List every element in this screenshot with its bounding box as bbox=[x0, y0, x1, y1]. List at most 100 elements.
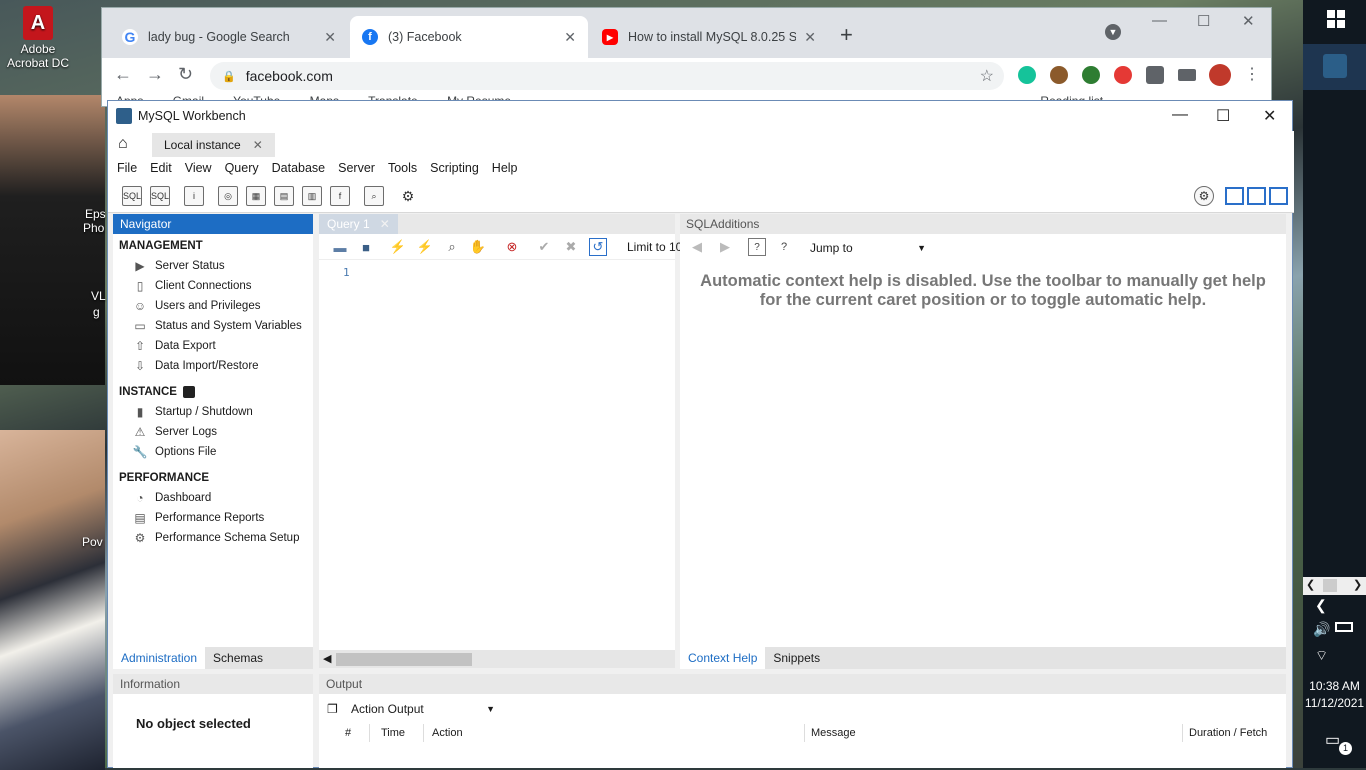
output-col-duration[interactable]: Duration / Fetch bbox=[1189, 724, 1267, 742]
chrome-tab-google[interactable]: G lady bug - Google Search ✕ bbox=[110, 16, 348, 58]
wifi-icon[interactable]: ⌔ bbox=[1315, 647, 1328, 665]
limit-rows-select[interactable]: Limit to 10 bbox=[627, 240, 682, 254]
close-window-icon[interactable]: ✕ bbox=[1263, 106, 1276, 126]
new-tab-button[interactable]: + bbox=[840, 22, 853, 48]
menu-help[interactable]: Help bbox=[492, 161, 518, 175]
menu-edit[interactable]: Edit bbox=[150, 161, 172, 175]
nav-item-status-variables[interactable]: ▭ Status and System Variables bbox=[113, 316, 313, 336]
open-folder-icon[interactable]: ▬ bbox=[331, 238, 349, 256]
reconnect-icon[interactable]: ⚙ bbox=[398, 186, 418, 206]
extensions-puzzle-icon[interactable] bbox=[1146, 66, 1164, 84]
new-sql-tab-icon[interactable]: SQL bbox=[122, 186, 142, 206]
save-icon[interactable]: ■ bbox=[357, 238, 375, 256]
autocommit-icon[interactable]: ↺ bbox=[589, 238, 607, 256]
menu-scripting[interactable]: Scripting bbox=[430, 161, 479, 175]
tab-search-icon[interactable]: ▼ bbox=[1105, 24, 1121, 40]
chrome-menu-icon[interactable]: ⋮ bbox=[1244, 64, 1260, 84]
chrome-tab-facebook[interactable]: f (3) Facebook ✕ bbox=[350, 16, 588, 58]
output-col-action[interactable]: Action bbox=[432, 724, 463, 742]
scroll-right-icon[interactable]: ❯ bbox=[1353, 578, 1362, 591]
output-type-select[interactable]: Action Output ▼ bbox=[345, 700, 495, 718]
tab-schemas[interactable]: Schemas bbox=[205, 647, 313, 669]
rollback-icon[interactable]: ✖ bbox=[562, 238, 580, 256]
tab-context-help[interactable]: Context Help bbox=[680, 647, 766, 669]
execute-icon[interactable]: ⚡ bbox=[389, 238, 407, 256]
close-icon[interactable]: ✕ bbox=[324, 29, 336, 46]
windows-start-icon[interactable] bbox=[1327, 10, 1345, 28]
reading-list-icon[interactable] bbox=[1178, 69, 1196, 81]
manual-help-icon[interactable]: ? bbox=[748, 238, 766, 256]
nav-item-data-export[interactable]: ⇧ Data Export bbox=[113, 336, 313, 356]
adblock-icon[interactable] bbox=[1114, 66, 1132, 84]
forward-icon[interactable]: → bbox=[146, 64, 164, 85]
nav-item-options-file[interactable]: 🔧 Options File bbox=[113, 442, 313, 462]
tray-scrollbar[interactable]: ❮ ❯ bbox=[1303, 577, 1366, 595]
nav-item-data-import[interactable]: ⇩ Data Import/Restore bbox=[113, 356, 313, 376]
back-icon[interactable]: ← bbox=[114, 64, 132, 85]
nav-item-server-logs[interactable]: ⚠ Server Logs bbox=[113, 422, 313, 442]
notifications-icon[interactable]: ▭ bbox=[1325, 730, 1340, 750]
close-icon[interactable]: ✕ bbox=[804, 29, 816, 46]
battery-icon[interactable] bbox=[1335, 622, 1353, 632]
maximize-icon[interactable]: ☐ bbox=[1197, 12, 1210, 30]
sql-editor[interactable]: 1 bbox=[319, 260, 675, 650]
stop-on-error-icon[interactable]: ⊗ bbox=[503, 238, 521, 256]
back-icon[interactable]: ◀ bbox=[688, 238, 706, 256]
create-procedure-icon[interactable]: ▥ bbox=[302, 186, 322, 206]
desktop-icon-acrobat[interactable]: A Adobe Acrobat DC bbox=[4, 6, 72, 70]
close-icon[interactable]: ✕ bbox=[253, 138, 263, 152]
copy-output-icon[interactable]: ❐ bbox=[327, 702, 338, 716]
nav-item-server-status[interactable]: ▶ Server Status bbox=[113, 256, 313, 276]
execute-current-icon[interactable]: ⚡ bbox=[416, 238, 434, 256]
settings-gear-icon[interactable]: ⚙ bbox=[1194, 186, 1214, 206]
output-col-message[interactable]: Message bbox=[811, 724, 856, 742]
nav-item-performance-reports[interactable]: ▤ Performance Reports bbox=[113, 508, 313, 528]
create-function-icon[interactable]: f bbox=[330, 186, 350, 206]
menu-tools[interactable]: Tools bbox=[388, 161, 417, 175]
close-window-icon[interactable]: ✕ bbox=[1242, 12, 1255, 30]
open-sql-script-icon[interactable]: SQL bbox=[150, 186, 170, 206]
toggle-output-icon[interactable] bbox=[1247, 187, 1266, 205]
grammarly-icon[interactable] bbox=[1018, 66, 1036, 84]
minimize-icon[interactable]: — bbox=[1172, 106, 1188, 124]
minimize-icon[interactable]: — bbox=[1152, 12, 1167, 29]
commit-icon[interactable]: ✔ bbox=[535, 238, 553, 256]
menu-file[interactable]: File bbox=[117, 161, 137, 175]
forward-icon[interactable]: ▶ bbox=[716, 238, 734, 256]
maximize-icon[interactable]: ☐ bbox=[1216, 106, 1230, 126]
scrollbar-thumb[interactable] bbox=[336, 653, 472, 666]
menu-database[interactable]: Database bbox=[272, 161, 326, 175]
menu-view[interactable]: View bbox=[185, 161, 212, 175]
query-tab[interactable]: Query 1 ✕ bbox=[319, 214, 398, 234]
close-icon[interactable]: ✕ bbox=[564, 29, 576, 46]
taskbar-workbench-button[interactable] bbox=[1303, 44, 1366, 90]
cookie-icon[interactable] bbox=[1050, 66, 1068, 84]
auto-help-icon[interactable]: ? bbox=[775, 238, 793, 256]
nav-item-startup-shutdown[interactable]: ▮ Startup / Shutdown bbox=[113, 402, 313, 422]
avatar[interactable] bbox=[1209, 64, 1231, 86]
create-schema-icon[interactable]: ◎ bbox=[218, 186, 238, 206]
volume-icon[interactable]: 🔊 bbox=[1313, 621, 1330, 638]
menu-query[interactable]: Query bbox=[225, 161, 259, 175]
toggle-secondary-sidebar-icon[interactable] bbox=[1269, 187, 1288, 205]
connection-tab[interactable]: Local instance ✕ bbox=[152, 133, 275, 157]
output-col-time[interactable]: Time bbox=[381, 724, 405, 742]
menu-server[interactable]: Server bbox=[338, 161, 375, 175]
bookmark-star-icon[interactable]: ☆ bbox=[980, 66, 994, 86]
taskbar-clock[interactable]: 10:38 AM 11/12/2021 bbox=[1303, 678, 1366, 712]
scrollbar-thumb[interactable] bbox=[1323, 579, 1337, 592]
address-bar[interactable]: 🔒 facebook.com ☆ bbox=[210, 62, 1004, 90]
stop-icon[interactable]: ✋ bbox=[469, 238, 487, 256]
create-table-icon[interactable]: ▦ bbox=[246, 186, 266, 206]
jump-to-select[interactable]: Jump to ▼ bbox=[804, 239, 926, 257]
inspector-icon[interactable]: i bbox=[184, 186, 204, 206]
nav-item-dashboard[interactable]: ◔ Dashboard bbox=[113, 488, 313, 508]
chevron-left-icon[interactable]: ❮ bbox=[1315, 597, 1327, 614]
home-icon[interactable]: ⌂ bbox=[118, 135, 128, 153]
nav-item-schema-setup[interactable]: ⚙ Performance Schema Setup bbox=[113, 528, 313, 548]
scroll-left-icon[interactable]: ◀ bbox=[323, 652, 331, 665]
toggle-sidebar-icon[interactable] bbox=[1225, 187, 1244, 205]
create-view-icon[interactable]: ▤ bbox=[274, 186, 294, 206]
output-col-number[interactable]: # bbox=[345, 724, 351, 742]
nav-item-users-privileges[interactable]: ☺ Users and Privileges bbox=[113, 296, 313, 316]
